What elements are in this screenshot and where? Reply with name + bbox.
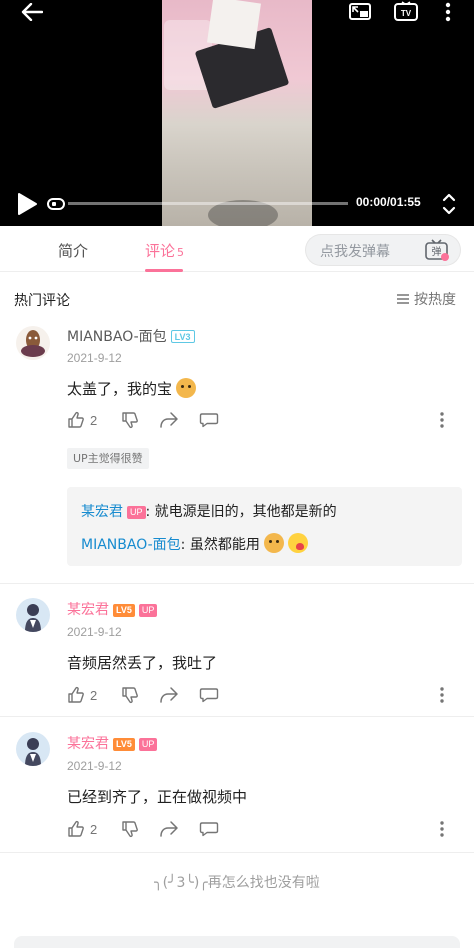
play-icon[interactable] — [14, 191, 40, 217]
thumbs-down-icon — [122, 687, 138, 704]
comments-header: 热门评论 按热度 — [0, 272, 474, 316]
up-tag: UP — [127, 506, 146, 519]
thumbs-down-icon — [122, 412, 138, 429]
danmaku-input[interactable]: 点我发弹幕 — [305, 234, 413, 266]
dislike-button[interactable] — [121, 820, 139, 838]
like-button[interactable]: 2 — [67, 820, 97, 838]
comment-text-content: 太盖了，我的宝 — [67, 380, 173, 398]
tab-comments-count: 5 — [177, 246, 185, 259]
doge-emoji-icon — [263, 533, 284, 553]
more-vertical-icon[interactable] — [436, 0, 460, 24]
like-count: 2 — [90, 412, 98, 428]
comment-text: 太盖了，我的宝 — [67, 378, 197, 399]
avatar[interactable] — [16, 598, 50, 632]
like-count: 2 — [90, 687, 98, 703]
comment-input-bar[interactable] — [14, 936, 460, 948]
thumbs-up-icon — [68, 411, 84, 428]
avatar[interactable] — [16, 326, 50, 360]
share-arrow-icon — [160, 821, 178, 837]
dislike-button[interactable] — [121, 686, 139, 704]
dislike-button[interactable] — [121, 411, 139, 429]
picture-in-picture-icon[interactable] — [346, 0, 374, 24]
sort-lines-icon — [397, 294, 409, 304]
up-tag: UP — [138, 604, 158, 617]
comment-actions: 2 — [67, 820, 463, 842]
comment-username[interactable]: 某宏君 LV5 UP — [67, 599, 158, 619]
reply-item: MIANBAO-面包: 虽然都能用 — [81, 533, 308, 554]
sort-button[interactable]: 按热度 — [396, 289, 456, 309]
reply-item: 某宏君 UP: 就电源是旧的，其他都是新的 — [81, 501, 337, 521]
tab-comments-label: 评论 — [145, 242, 176, 260]
comment-actions: 2 — [67, 411, 463, 433]
comment-actions: 2 — [67, 686, 463, 708]
share-arrow-icon — [160, 687, 178, 703]
comment-more-icon[interactable] — [439, 686, 445, 704]
share-button[interactable] — [159, 686, 179, 704]
playback-time: 00:00/01:55 — [356, 195, 421, 209]
video-player[interactable]: TV 00:00/01:55 — [0, 0, 474, 226]
thumbs-up-icon — [68, 686, 84, 703]
divider — [0, 583, 474, 584]
hot-comments-title: 热门评论 — [14, 293, 70, 309]
sort-label: 按热度 — [414, 292, 456, 308]
reply-button[interactable] — [199, 820, 219, 838]
comment-date: 2021-9-12 — [67, 759, 122, 773]
reply-button[interactable] — [199, 686, 219, 704]
danmaku-toggle-icon[interactable] — [46, 196, 66, 212]
comment-username-text: 某宏君 — [67, 602, 109, 618]
tab-comments[interactable]: 评论 5 — [145, 240, 184, 261]
progress-bar[interactable] — [68, 202, 348, 205]
reply-username[interactable]: 某宏君 — [81, 504, 123, 520]
video-paper — [207, 0, 261, 50]
danmaku-switch-button[interactable]: 弹 — [413, 234, 461, 266]
comment-more-icon[interactable] — [439, 820, 445, 838]
share-arrow-icon — [160, 412, 178, 428]
reply-username[interactable]: MIANBAO-面包 — [81, 537, 181, 553]
comment-username-text: MIANBAO-面包 — [67, 329, 167, 345]
like-count: 2 — [90, 821, 98, 837]
comment-bubble-icon — [199, 822, 219, 837]
danmaku-toggle-label: 弹 — [431, 245, 441, 258]
thumbs-up-icon — [68, 820, 84, 837]
share-button[interactable] — [159, 820, 179, 838]
kiss-emoji-icon — [287, 533, 308, 553]
tab-bar: 简介 评论 5 点我发弹幕 弹 — [0, 226, 474, 272]
comment-text: 音频居然丢了，我吐了 — [67, 654, 218, 672]
reply-button[interactable] — [199, 411, 219, 429]
reply-preview-box[interactable]: 某宏君 UP: 就电源是旧的，其他都是新的 MIANBAO-面包: 虽然都能用 — [67, 487, 462, 566]
comment-username[interactable]: 某宏君 LV5 UP — [67, 733, 158, 753]
comment-bubble-icon — [199, 688, 219, 703]
up-tag: UP — [138, 738, 158, 751]
like-button[interactable]: 2 — [67, 411, 97, 429]
divider — [0, 852, 474, 853]
danmaku-tv-icon: 弹 — [424, 239, 449, 261]
reply-text: : 虽然都能用 — [180, 537, 260, 553]
end-of-list-note: ╮(╯3╰)╭再怎么找也没有啦 — [154, 875, 320, 891]
share-button[interactable] — [159, 411, 179, 429]
comment-date: 2021-9-12 — [67, 625, 122, 639]
level-badge: LV5 — [113, 604, 135, 617]
tab-intro[interactable]: 简介 — [58, 240, 88, 261]
comment-text: 已经到齐了，正在做视频中 — [67, 788, 248, 806]
up-liked-badge: UP主觉得很赞 — [67, 448, 149, 469]
comment-more-icon[interactable] — [439, 411, 445, 429]
fullscreen-icon[interactable] — [438, 191, 460, 217]
comment-date: 2021-9-12 — [67, 351, 122, 365]
reply-text: : 就电源是旧的，其他都是新的 — [145, 504, 337, 520]
level-badge: LV3 — [170, 330, 195, 343]
comment-bubble-icon — [199, 413, 219, 428]
tv-cast-icon[interactable]: TV — [392, 0, 420, 24]
svg-text:TV: TV — [401, 9, 412, 18]
video-frame — [162, 0, 312, 226]
level-badge: LV5 — [113, 738, 135, 751]
comment-username[interactable]: MIANBAO-面包 LV3 — [67, 326, 195, 346]
like-button[interactable]: 2 — [67, 686, 97, 704]
thumbs-down-icon — [122, 821, 138, 838]
doge-emoji-icon — [176, 378, 197, 398]
comment-username-text: 某宏君 — [67, 736, 109, 752]
divider — [0, 716, 474, 717]
avatar[interactable] — [16, 732, 50, 766]
back-arrow-icon[interactable] — [16, 0, 48, 24]
